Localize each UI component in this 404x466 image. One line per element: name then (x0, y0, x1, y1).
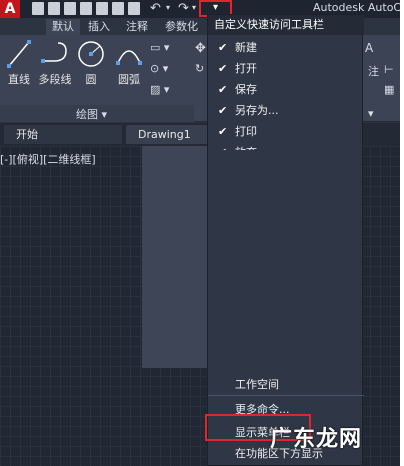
undo-dropdown-icon[interactable]: ▾ (166, 3, 170, 12)
qat-customize-menu: 自定义快速访问工具栏 ✔ 新建 ✔ 打开 ✔ 保存 ✔ 另存为... ✔ 打印 … (207, 14, 364, 466)
polyline-icon (41, 42, 67, 63)
menu-item-label: 放弃 (235, 142, 257, 150)
arc-tool-label: 圆弧 (118, 73, 140, 86)
check-icon: ✔ (218, 41, 228, 54)
menu-item-save-as[interactable]: ✔ 另存为... (208, 100, 348, 121)
menu-item-label: 另存为... (235, 104, 279, 117)
tab-start[interactable]: 开始 (4, 125, 122, 144)
menu-item-new[interactable]: ✔ 新建 (208, 37, 348, 58)
menu-item-label: 新建 (235, 41, 257, 54)
menu-item-label: 工作空间 (235, 378, 279, 391)
window-title: Autodesk AutoCA (313, 1, 400, 14)
rectangle-icon[interactable]: ▭ ▾ (150, 41, 169, 54)
draw-panel-title[interactable]: 绘图 ▾ (76, 106, 107, 122)
save-icon[interactable] (64, 2, 76, 15)
table-icon[interactable]: ▦ (384, 83, 394, 96)
menu-item-label: 打开 (235, 62, 257, 75)
arc-tool[interactable]: 圆弧 (112, 39, 146, 87)
polyline-tool-label: 多段线 (38, 73, 72, 86)
dimension-icon[interactable]: ⊢ (384, 63, 394, 76)
menu-item-print[interactable]: ✔ 打印 (208, 121, 348, 142)
arc-icon (116, 50, 142, 65)
line-tool-label: 直线 (8, 73, 30, 86)
circle-tool-label: 圆 (85, 73, 97, 86)
tab-default[interactable]: 默认 (46, 19, 80, 35)
check-icon: ✔ (218, 142, 232, 150)
annotation-label: 注 (368, 65, 379, 78)
menu-divider (208, 395, 364, 396)
save-as-icon[interactable] (80, 2, 92, 15)
watermark: 广东龙网 (270, 427, 363, 452)
check-icon: ✔ (218, 125, 228, 138)
line-icon (7, 40, 31, 68)
hatch-icon[interactable]: ▨ ▾ (150, 83, 169, 96)
tab-parametric[interactable]: 参数化 (165, 19, 198, 35)
menu-item-workspace[interactable]: 工作空间 (208, 374, 348, 395)
check-icon: ✔ (218, 83, 228, 96)
tab-annotate[interactable]: 注释 (126, 19, 148, 35)
menu-item-undo[interactable]: ✔ 放弃 (208, 142, 348, 150)
panel-title-bar: 绘图 ▾ (0, 105, 194, 122)
redo-icon[interactable]: ↷ (178, 1, 189, 16)
menu-item-label: 保存 (235, 83, 257, 96)
menu-header: 自定义快速访问工具栏 (208, 15, 364, 35)
check-icon: ✔ (218, 62, 228, 75)
text-tool-icon[interactable]: A (365, 41, 373, 55)
print-icon[interactable] (112, 2, 124, 15)
tab-insert[interactable]: 插入 (88, 19, 110, 35)
viewport-controls[interactable]: [-][俯视][二维线框] (0, 151, 96, 167)
redo-dropdown-icon[interactable]: ▾ (192, 3, 196, 12)
plot-icon[interactable] (128, 2, 140, 15)
app-logo[interactable]: A (0, 0, 20, 18)
autocad-window: A ↶ ▾ ↷ ▾ ▾ Autodesk AutoCA 默认 插入 注释 参数化… (0, 0, 400, 466)
new-file-icon[interactable] (32, 2, 44, 15)
open-folder-icon[interactable] (48, 2, 60, 15)
ellipse-icon[interactable]: ⊙ ▾ (150, 62, 168, 75)
circle-tool[interactable]: 圆 (76, 39, 106, 87)
rotate-icon[interactable]: ↻ (195, 62, 204, 75)
line-tool[interactable]: 直线 (4, 39, 34, 87)
annotation-panel-dropdown-icon[interactable]: ▾ (368, 107, 374, 120)
menu-item-open[interactable]: ✔ 打开 (208, 58, 348, 79)
menu-item-label: 打印 (235, 125, 257, 138)
check-icon: ✔ (218, 104, 228, 117)
circle-icon (78, 41, 104, 67)
move-icon[interactable]: ✥ (195, 41, 206, 56)
undo-icon[interactable]: ↶ (150, 1, 161, 16)
web-icon[interactable] (96, 2, 108, 15)
polyline-tool[interactable]: 多段线 (38, 39, 72, 87)
menu-item-save[interactable]: ✔ 保存 (208, 79, 348, 100)
